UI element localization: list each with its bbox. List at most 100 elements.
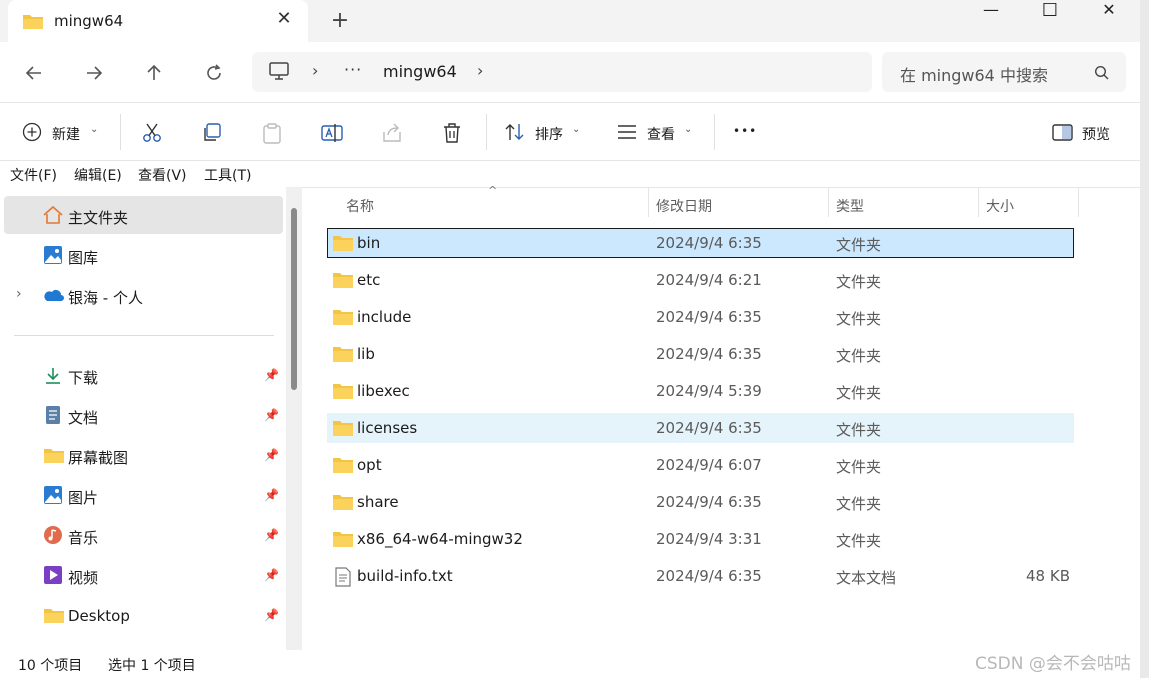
column-header-modified[interactable]: 修改日期 [656,196,712,216]
folder-icon [333,458,353,473]
sidebar-item-label: 图库 [68,249,99,267]
chevron-right-icon[interactable]: › [312,61,318,80]
file-type: 文件夹 [836,421,882,439]
pin-icon[interactable]: 📌 [264,488,279,502]
computer-icon[interactable] [268,61,290,81]
file-type: 文件夹 [836,273,882,291]
chevron-right-icon[interactable]: › [477,61,483,80]
refresh-button[interactable] [198,58,230,88]
window-edge [1140,0,1149,678]
file-type: 文件夹 [836,310,882,328]
cut-icon[interactable] [141,122,163,144]
item-count: 10 个项目 [18,658,83,674]
menu-tools[interactable]: 工具(T) [204,165,251,185]
column-divider[interactable] [978,187,979,217]
paste-icon[interactable] [261,122,283,144]
pin-icon[interactable]: 📌 [264,568,279,582]
folder-icon [333,310,353,325]
folder-icon [333,532,353,547]
forward-button[interactable] [78,58,110,88]
column-divider[interactable] [828,187,829,217]
file-type: 文本文档 [836,569,897,587]
breadcrumb-overflow[interactable]: ··· [344,60,362,79]
new-button[interactable]: 新建 ⌄ [18,120,118,146]
view-button[interactable]: 查看 ⌄ [614,120,704,146]
close-tab-button[interactable]: ✕ [272,8,296,29]
breadcrumb-current[interactable]: mingw64 [383,62,457,81]
file-modified: 2024/9/4 6:35 [656,308,762,326]
pin-icon[interactable]: 📌 [264,368,279,382]
pin-icon[interactable]: 📌 [264,408,279,422]
column-header-size[interactable]: 大小 [986,196,1014,216]
plus-circle-icon [22,122,42,142]
text-file-icon [335,567,351,587]
maximize-button[interactable]: ☐ [1021,0,1079,22]
file-name: bin [357,234,381,252]
folder-icon [333,236,353,251]
sidebar-scrollbar-thumb[interactable] [291,208,297,390]
up-button[interactable] [138,58,170,88]
file-name: share [357,493,399,511]
delete-icon[interactable] [441,122,463,144]
file-type: 文件夹 [836,495,882,513]
sidebar-item-label: 下载 [68,369,99,387]
share-icon[interactable] [381,122,403,144]
watermark: CSDN @会不会咕咕 [975,654,1131,674]
file-modified: 2024/9/4 6:07 [656,456,762,474]
selection-count: 选中 1 个项目 [108,658,196,674]
tab-mingw64[interactable] [8,0,308,44]
folder-icon [23,15,43,29]
minimize-button[interactable]: — [962,0,1020,22]
pin-icon[interactable]: 📌 [264,608,279,622]
pin-icon[interactable]: 📌 [264,448,279,462]
home-icon [43,205,63,224]
close-window-button[interactable]: ✕ [1080,0,1138,22]
file-type: 文件夹 [836,347,882,365]
back-button[interactable] [18,58,50,88]
pin-icon[interactable]: 📌 [264,528,279,542]
file-type: 文件夹 [836,458,882,476]
sort-ascending-icon: ^ [488,184,498,197]
file-type: 文件夹 [836,236,882,254]
file-name: build-info.txt [357,567,453,585]
folder-icon [333,384,353,399]
column-header-type[interactable]: 类型 [836,196,864,216]
more-options-button[interactable]: ••• [733,124,757,138]
new-tab-button[interactable]: + [328,8,352,33]
menu-edit[interactable]: 编辑(E) [74,165,122,185]
file-modified: 2024/9/4 6:35 [656,567,762,585]
file-name: x86_64-w64-mingw32 [357,530,523,548]
preview-label: 预览 [1082,127,1110,143]
preview-button[interactable]: 预览 [1050,120,1130,146]
file-type: 文件夹 [836,532,882,550]
sidebar-item-label: 文档 [68,409,99,427]
tab-title: mingw64 [54,12,124,30]
sort-button[interactable]: 排序 ⌄ [502,120,592,146]
menu-file[interactable]: 文件(F) [10,165,57,185]
preview-pane-icon [1052,124,1073,141]
copy-icon[interactable] [201,122,223,144]
column-divider[interactable] [648,187,649,217]
sidebar-item-label: 主文件夹 [68,209,129,227]
search-placeholder[interactable]: 在 mingw64 中搜索 [900,62,1048,86]
chevron-down-icon: ⌄ [90,124,99,135]
arrow-up-icon [147,64,161,80]
file-modified: 2024/9/4 6:21 [656,271,762,289]
toolbar-divider [120,114,121,150]
column-divider[interactable] [1078,187,1079,217]
video-icon [44,566,62,584]
file-modified: 2024/9/4 6:35 [656,345,762,363]
folder-icon [333,421,353,436]
file-modified: 2024/9/4 5:39 [656,382,762,400]
file-name: etc [357,271,381,289]
search-icon[interactable] [1094,65,1110,81]
file-modified: 2024/9/4 6:35 [656,419,762,437]
file-modified: 2024/9/4 6:35 [656,493,762,511]
column-header-name[interactable]: 名称 [346,196,374,216]
menu-view[interactable]: 查看(V) [138,165,187,185]
new-label: 新建 [52,127,80,143]
chevron-right-icon[interactable]: › [16,286,22,302]
rename-icon[interactable] [321,122,343,144]
toolbar-divider [714,114,715,150]
file-size: 48 KB [1026,567,1070,585]
